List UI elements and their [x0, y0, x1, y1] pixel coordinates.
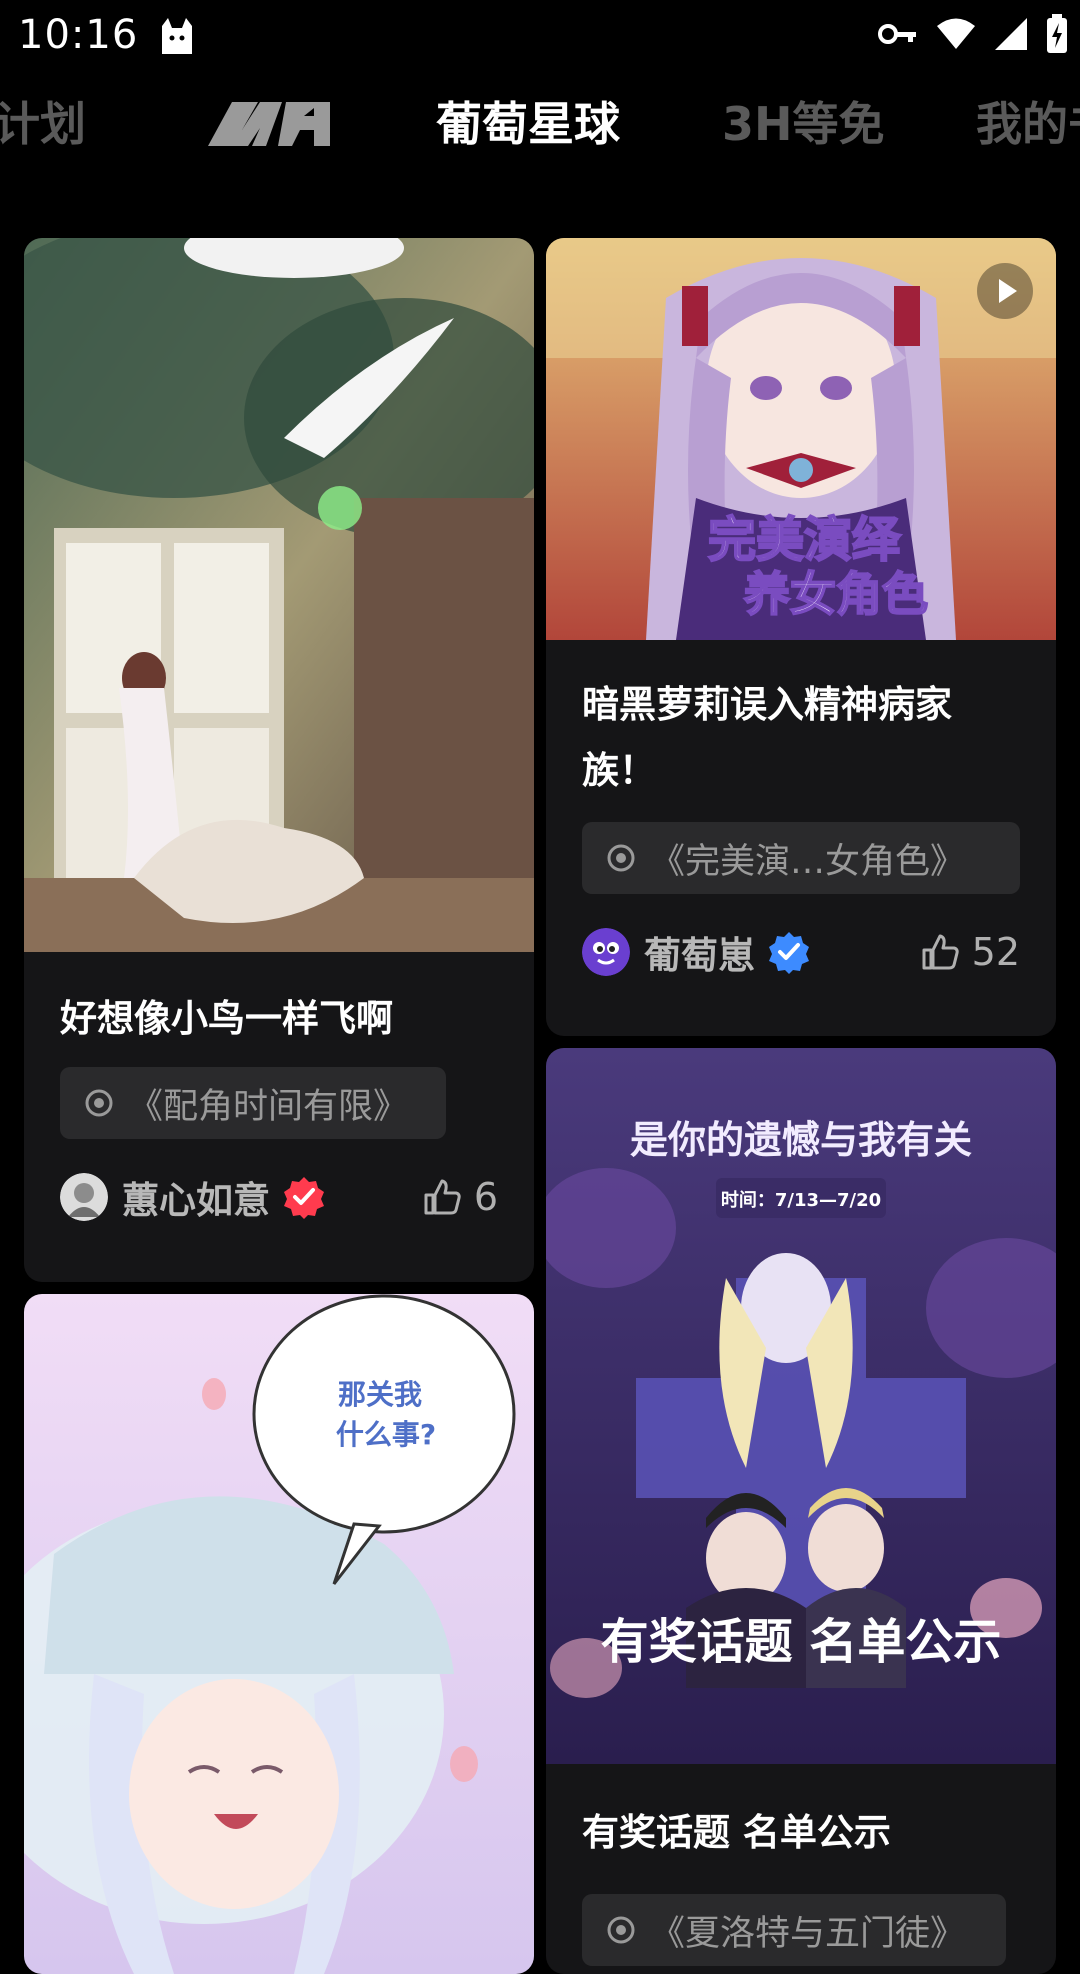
verified-badge-icon [769, 932, 809, 974]
tab-3h-free[interactable]: 3H等免 [722, 88, 885, 154]
signal-icon [995, 18, 1027, 50]
author-row: 蕙心如意 6 [60, 1169, 498, 1225]
cat-notification-icon [162, 18, 192, 54]
target-dot-icon [85, 1089, 113, 1117]
like-count: 6 [473, 1175, 498, 1219]
status-time: 10:16 [18, 12, 139, 58]
feed-grid: 好想像小鸟一样飞啊 《配角时间有限》 蕙心如意 6 完美演绎 养女角色 暗黑萝莉… [0, 238, 1080, 1974]
post-cover-image: 是你的遗憾与我有关 时间：7/13—7/20 有奖话题 名单公示 [546, 1048, 1056, 1764]
cover-text-line2: 养女角色 [744, 567, 928, 621]
verified-badge-icon [284, 1177, 324, 1219]
work-title: 《配角时间有限》 [128, 1086, 409, 1127]
like-count: 52 [971, 930, 1020, 974]
work-tag[interactable]: 《夏洛特与五门徒》 [582, 1894, 1006, 1966]
author-name[interactable]: 葡萄崽 [644, 925, 755, 979]
work-title: 《完美演…女角色》 [650, 841, 966, 882]
tab-grape-planet[interactable]: 葡萄星球 [436, 88, 620, 154]
post-title-line1: 暗黑萝莉误入精神病家 [582, 683, 952, 726]
avatar[interactable] [582, 928, 630, 976]
speech-bubble-line2: 什么事? [336, 1418, 436, 1451]
cover-date: 时间：7/13—7/20 [721, 1190, 881, 1211]
like-button[interactable]: 52 [920, 930, 1020, 974]
tab-plan[interactable]: 计划 [0, 88, 86, 154]
status-bar: 10:16 [0, 0, 1080, 72]
thumbs-up-icon [922, 934, 959, 970]
work-title: 《夏洛特与五门徒》 [650, 1913, 966, 1954]
post-cover-image [24, 238, 534, 952]
post-card[interactable]: 好想像小鸟一样飞啊 《配角时间有限》 蕙心如意 6 [24, 238, 534, 1282]
wifi-icon [937, 18, 975, 49]
post-title-line2: 族！ [582, 749, 656, 792]
cover-footer: 有奖话题 名单公示 [601, 1614, 1002, 1670]
author-row: 葡萄崽 52 [582, 924, 1020, 980]
post-card[interactable]: 完美演绎 养女角色 暗黑萝莉误入精神病家 族！ 《完美演…女角色》 葡萄崽 52 [546, 238, 1056, 1036]
play-icon[interactable] [976, 262, 1034, 320]
cover-text-line1: 完美演绎 [708, 512, 902, 568]
post-title: 有奖话题 名单公示 [582, 1811, 891, 1854]
post-card[interactable]: 那关我 什么事? [24, 1294, 534, 1974]
app-logo-tab[interactable] [208, 98, 330, 146]
post-title: 好想像小鸟一样飞啊 [60, 997, 393, 1040]
top-tab-bar: 计划 葡萄星球 3H等免 我的书 [0, 82, 1080, 162]
work-tag[interactable]: 《完美演…女角色》 [582, 822, 1020, 894]
speech-bubble-line1: 那关我 [338, 1378, 422, 1411]
battery-icon [1047, 14, 1067, 53]
like-button[interactable]: 6 [422, 1175, 498, 1219]
author-name[interactable]: 蕙心如意 [122, 1170, 270, 1224]
post-card[interactable]: 是你的遗憾与我有关 时间：7/13—7/20 有奖话题 名单公示 有奖话题 名单… [546, 1048, 1056, 1974]
work-tag[interactable]: 《配角时间有限》 [60, 1067, 446, 1139]
cover-headline: 是你的遗憾与我有关 [630, 1118, 972, 1162]
tab-my-books[interactable]: 我的书 [976, 88, 1080, 154]
thumbs-up-icon [424, 1179, 461, 1215]
post-cover-image: 那关我 什么事? [24, 1294, 534, 1974]
vpn-key-icon [878, 24, 916, 44]
avatar[interactable] [60, 1173, 108, 1221]
target-dot-icon [607, 844, 635, 872]
